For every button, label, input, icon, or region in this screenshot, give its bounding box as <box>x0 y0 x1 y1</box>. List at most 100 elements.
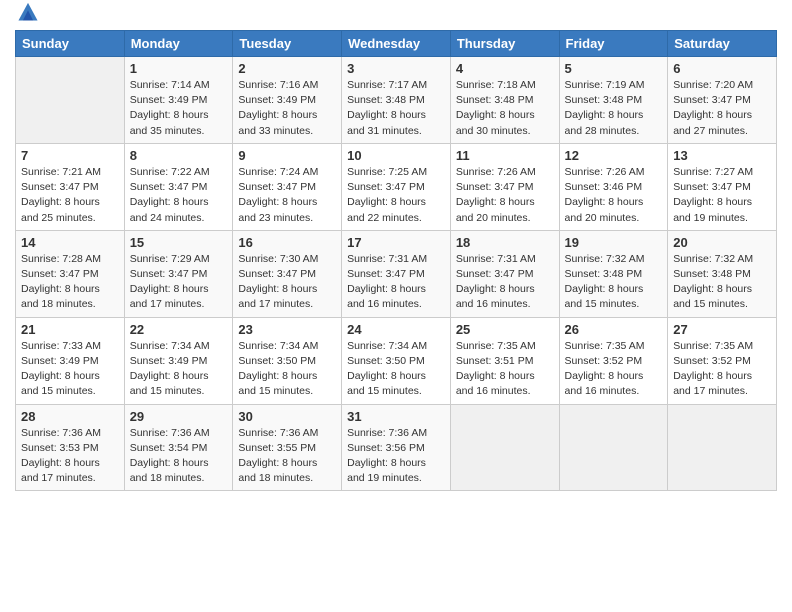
weekday-header: Tuesday <box>233 31 342 57</box>
day-number: 1 <box>130 61 228 76</box>
calendar-cell: 18 Sunrise: 7:31 AM Sunset: 3:47 PM Dayli… <box>450 230 559 317</box>
calendar-cell: 21 Sunrise: 7:33 AM Sunset: 3:49 PM Dayli… <box>16 317 125 404</box>
weekday-header: Wednesday <box>342 31 451 57</box>
calendar-week-row: 1 Sunrise: 7:14 AM Sunset: 3:49 PM Daylig… <box>16 57 777 144</box>
day-info: Sunrise: 7:16 AM Sunset: 3:49 PM Dayligh… <box>238 78 336 139</box>
calendar-cell: 24 Sunrise: 7:34 AM Sunset: 3:50 PM Dayli… <box>342 317 451 404</box>
day-info: Sunrise: 7:36 AM Sunset: 3:54 PM Dayligh… <box>130 426 228 487</box>
day-number: 14 <box>21 235 119 250</box>
day-number: 4 <box>456 61 554 76</box>
day-info: Sunrise: 7:33 AM Sunset: 3:49 PM Dayligh… <box>21 339 119 400</box>
day-info: Sunrise: 7:35 AM Sunset: 3:51 PM Dayligh… <box>456 339 554 400</box>
page-header <box>15 10 777 22</box>
day-number: 16 <box>238 235 336 250</box>
day-number: 9 <box>238 148 336 163</box>
calendar-cell: 19 Sunrise: 7:32 AM Sunset: 3:48 PM Dayli… <box>559 230 668 317</box>
day-info: Sunrise: 7:28 AM Sunset: 3:47 PM Dayligh… <box>21 252 119 313</box>
calendar-cell: 16 Sunrise: 7:30 AM Sunset: 3:47 PM Dayli… <box>233 230 342 317</box>
calendar-cell: 3 Sunrise: 7:17 AM Sunset: 3:48 PM Daylig… <box>342 57 451 144</box>
calendar-body: 1 Sunrise: 7:14 AM Sunset: 3:49 PM Daylig… <box>16 57 777 491</box>
calendar-cell: 17Sunrise: 7:31 AM Sunset: 3:47 PM Dayli… <box>342 230 451 317</box>
calendar-week-row: 7Sunrise: 7:21 AM Sunset: 3:47 PM Daylig… <box>16 143 777 230</box>
day-info: Sunrise: 7:30 AM Sunset: 3:47 PM Dayligh… <box>238 252 336 313</box>
day-number: 22 <box>130 322 228 337</box>
day-number: 12 <box>565 148 663 163</box>
day-number: 8 <box>130 148 228 163</box>
day-info: Sunrise: 7:18 AM Sunset: 3:48 PM Dayligh… <box>456 78 554 139</box>
day-info: Sunrise: 7:25 AM Sunset: 3:47 PM Dayligh… <box>347 165 445 226</box>
day-info: Sunrise: 7:32 AM Sunset: 3:48 PM Dayligh… <box>565 252 663 313</box>
day-number: 3 <box>347 61 445 76</box>
weekday-header: Monday <box>124 31 233 57</box>
day-info: Sunrise: 7:26 AM Sunset: 3:46 PM Dayligh… <box>565 165 663 226</box>
weekday-header: Sunday <box>16 31 125 57</box>
day-info: Sunrise: 7:27 AM Sunset: 3:47 PM Dayligh… <box>673 165 771 226</box>
day-info: Sunrise: 7:34 AM Sunset: 3:50 PM Dayligh… <box>347 339 445 400</box>
logo <box>15 14 39 22</box>
calendar-cell: 26 Sunrise: 7:35 AM Sunset: 3:52 PM Dayli… <box>559 317 668 404</box>
calendar-cell: 20 Sunrise: 7:32 AM Sunset: 3:48 PM Dayli… <box>668 230 777 317</box>
day-info: Sunrise: 7:35 AM Sunset: 3:52 PM Dayligh… <box>565 339 663 400</box>
day-number: 13 <box>673 148 771 163</box>
calendar-cell: 30 Sunrise: 7:36 AM Sunset: 3:55 PM Dayli… <box>233 404 342 491</box>
day-number: 24 <box>347 322 445 337</box>
day-number: 2 <box>238 61 336 76</box>
calendar-cell <box>559 404 668 491</box>
day-number: 21 <box>21 322 119 337</box>
calendar-cell: 11Sunrise: 7:26 AM Sunset: 3:47 PM Dayli… <box>450 143 559 230</box>
day-info: Sunrise: 7:17 AM Sunset: 3:48 PM Dayligh… <box>347 78 445 139</box>
day-number: 5 <box>565 61 663 76</box>
calendar-cell: 31Sunrise: 7:36 AM Sunset: 3:56 PM Dayli… <box>342 404 451 491</box>
calendar-cell <box>450 404 559 491</box>
calendar-cell: 29 Sunrise: 7:36 AM Sunset: 3:54 PM Dayli… <box>124 404 233 491</box>
day-info: Sunrise: 7:36 AM Sunset: 3:56 PM Dayligh… <box>347 426 445 487</box>
calendar-week-row: 21 Sunrise: 7:33 AM Sunset: 3:49 PM Dayli… <box>16 317 777 404</box>
calendar-cell: 22 Sunrise: 7:34 AM Sunset: 3:49 PM Dayli… <box>124 317 233 404</box>
calendar-cell: 14 Sunrise: 7:28 AM Sunset: 3:47 PM Dayli… <box>16 230 125 317</box>
calendar-cell: 6 Sunrise: 7:20 AM Sunset: 3:47 PM Daylig… <box>668 57 777 144</box>
day-info: Sunrise: 7:20 AM Sunset: 3:47 PM Dayligh… <box>673 78 771 139</box>
calendar-cell: 13 Sunrise: 7:27 AM Sunset: 3:47 PM Dayli… <box>668 143 777 230</box>
day-info: Sunrise: 7:14 AM Sunset: 3:49 PM Dayligh… <box>130 78 228 139</box>
calendar-cell: 23 Sunrise: 7:34 AM Sunset: 3:50 PM Dayli… <box>233 317 342 404</box>
day-info: Sunrise: 7:34 AM Sunset: 3:50 PM Dayligh… <box>238 339 336 400</box>
calendar-cell: 2 Sunrise: 7:16 AM Sunset: 3:49 PM Daylig… <box>233 57 342 144</box>
calendar-cell: 4 Sunrise: 7:18 AM Sunset: 3:48 PM Daylig… <box>450 57 559 144</box>
calendar-table: SundayMondayTuesdayWednesdayThursdayFrid… <box>15 30 777 491</box>
day-info: Sunrise: 7:36 AM Sunset: 3:55 PM Dayligh… <box>238 426 336 487</box>
day-number: 30 <box>238 409 336 424</box>
day-info: Sunrise: 7:36 AM Sunset: 3:53 PM Dayligh… <box>21 426 119 487</box>
day-number: 10 <box>347 148 445 163</box>
calendar-week-row: 28 Sunrise: 7:36 AM Sunset: 3:53 PM Dayli… <box>16 404 777 491</box>
day-number: 27 <box>673 322 771 337</box>
day-info: Sunrise: 7:32 AM Sunset: 3:48 PM Dayligh… <box>673 252 771 313</box>
day-number: 28 <box>21 409 119 424</box>
day-info: Sunrise: 7:21 AM Sunset: 3:47 PM Dayligh… <box>21 165 119 226</box>
day-number: 20 <box>673 235 771 250</box>
calendar-cell: 10 Sunrise: 7:25 AM Sunset: 3:47 PM Dayli… <box>342 143 451 230</box>
day-number: 29 <box>130 409 228 424</box>
day-number: 6 <box>673 61 771 76</box>
day-number: 18 <box>456 235 554 250</box>
calendar-week-row: 14 Sunrise: 7:28 AM Sunset: 3:47 PM Dayli… <box>16 230 777 317</box>
day-number: 19 <box>565 235 663 250</box>
day-info: Sunrise: 7:19 AM Sunset: 3:48 PM Dayligh… <box>565 78 663 139</box>
calendar-cell: 7Sunrise: 7:21 AM Sunset: 3:47 PM Daylig… <box>16 143 125 230</box>
weekday-header: Friday <box>559 31 668 57</box>
day-number: 17 <box>347 235 445 250</box>
logo-icon <box>17 0 39 22</box>
calendar-cell: 5 Sunrise: 7:19 AM Sunset: 3:48 PM Daylig… <box>559 57 668 144</box>
calendar-cell <box>16 57 125 144</box>
day-info: Sunrise: 7:31 AM Sunset: 3:47 PM Dayligh… <box>456 252 554 313</box>
day-number: 26 <box>565 322 663 337</box>
page-container: SundayMondayTuesdayWednesdayThursdayFrid… <box>0 0 792 501</box>
calendar-cell: 25Sunrise: 7:35 AM Sunset: 3:51 PM Dayli… <box>450 317 559 404</box>
day-info: Sunrise: 7:22 AM Sunset: 3:47 PM Dayligh… <box>130 165 228 226</box>
calendar-cell: 12 Sunrise: 7:26 AM Sunset: 3:46 PM Dayli… <box>559 143 668 230</box>
weekday-header: Saturday <box>668 31 777 57</box>
day-number: 23 <box>238 322 336 337</box>
calendar-cell: 27Sunrise: 7:35 AM Sunset: 3:52 PM Dayli… <box>668 317 777 404</box>
calendar-cell: 28 Sunrise: 7:36 AM Sunset: 3:53 PM Dayli… <box>16 404 125 491</box>
day-info: Sunrise: 7:34 AM Sunset: 3:49 PM Dayligh… <box>130 339 228 400</box>
calendar-cell: 1 Sunrise: 7:14 AM Sunset: 3:49 PM Daylig… <box>124 57 233 144</box>
